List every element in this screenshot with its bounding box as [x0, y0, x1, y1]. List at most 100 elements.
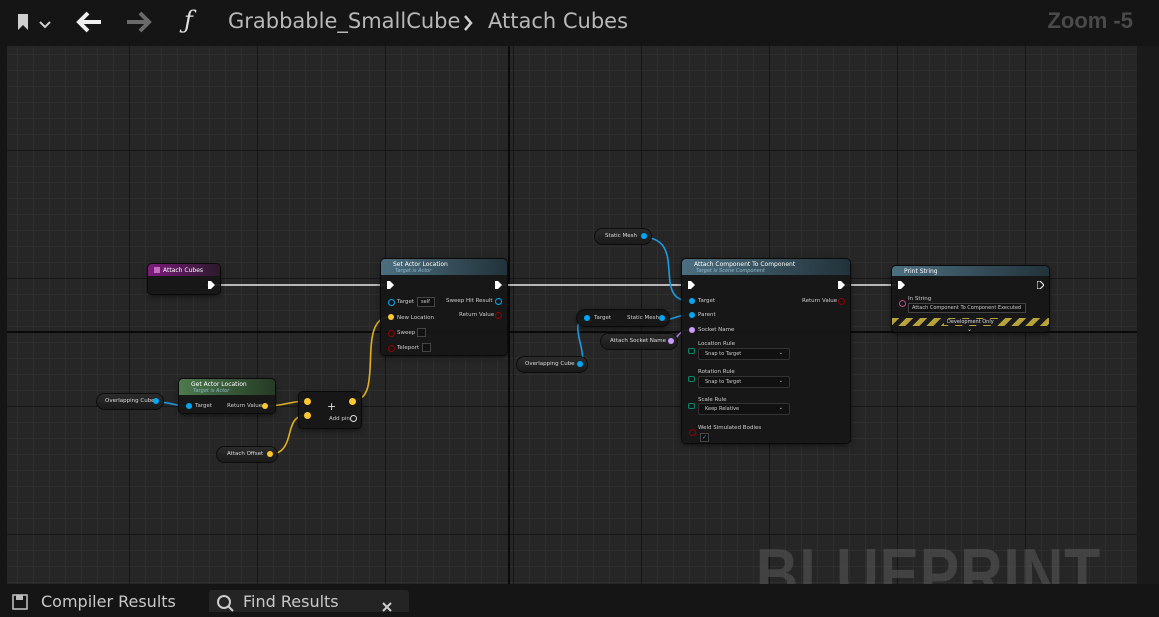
chevron-down-icon: ⌄ [778, 405, 783, 411]
teleport-label: Teleport [397, 345, 419, 351]
new-location-pin[interactable] [388, 314, 394, 320]
exec-in-pin[interactable] [387, 281, 394, 289]
return-value-pin[interactable] [262, 403, 268, 409]
blueprint-graph[interactable]: BLUEPRINT Attach Cubes Set Actor Locatio… [7, 46, 1137, 584]
in-string-pin[interactable] [899, 300, 906, 307]
weld-checkbox[interactable]: ✓ [700, 433, 709, 442]
location-rule-pin[interactable] [688, 348, 695, 354]
location-rule-dropdown[interactable]: Snap to Target ⌄ [698, 348, 790, 360]
exec-in-pin[interactable] [688, 281, 695, 289]
a-pin[interactable] [304, 398, 311, 405]
chevron-down-icon[interactable] [38, 16, 52, 29]
var-attach-socket-name[interactable]: Attach Socket Name [601, 334, 677, 349]
exec-in-pin[interactable] [898, 281, 905, 289]
output-pin[interactable] [668, 338, 674, 344]
sweep-hit-label: Sweep Hit Result [446, 298, 493, 304]
rotation-rule-pin[interactable] [688, 376, 695, 382]
output-pin[interactable] [641, 233, 647, 239]
development-only-label: Development Only [944, 319, 997, 325]
var-static-mesh[interactable]: Static Mesh [595, 229, 651, 244]
add-pin-icon[interactable] [350, 415, 357, 422]
add-symbol: + [327, 400, 337, 413]
sweep-pin[interactable] [388, 330, 395, 337]
node-title: Print String [904, 268, 938, 275]
new-location-label: New Location [397, 315, 435, 321]
b-pin[interactable] [304, 412, 311, 419]
node-attach-cubes[interactable]: Attach Cubes [148, 264, 220, 294]
exec-out-pin[interactable] [1037, 281, 1044, 289]
location-rule-label: Location Rule [698, 341, 735, 347]
node-get-actor-location[interactable]: Get Actor Location Target is Actor Targe… [179, 379, 275, 413]
return-value-label: Return Value [227, 403, 263, 409]
teleport-pin[interactable] [388, 345, 395, 352]
rotation-rule-dropdown[interactable]: Snap to Target ⌄ [698, 376, 790, 388]
sweep-checkbox[interactable] [417, 328, 426, 337]
return-value-pin[interactable] [838, 298, 845, 305]
return-value-pin[interactable] [495, 312, 502, 319]
breadcrumb-function[interactable]: Grabbable_SmallCube [228, 9, 460, 33]
node-subtitle: Target is Actor [395, 268, 432, 274]
var-attach-offset[interactable]: Attach Offset [217, 447, 277, 462]
exec-out-pin[interactable] [208, 281, 215, 289]
node-add-vector[interactable]: + Add pin [299, 392, 361, 428]
output-pin[interactable] [577, 361, 583, 367]
back-arrow-icon[interactable] [76, 10, 104, 34]
target-pin[interactable] [388, 299, 395, 306]
output-pin[interactable] [349, 398, 356, 405]
teleport-checkbox[interactable] [422, 343, 431, 352]
socket-name-pin[interactable] [689, 327, 695, 333]
var-label: Attach Socket Name [610, 338, 666, 344]
node-attach-component[interactable]: Attach Component To Component Target is … [682, 259, 850, 443]
exec-out-pin[interactable] [838, 281, 845, 289]
var-overlapping-cube-1[interactable]: Overlapping Cube [97, 394, 163, 409]
function-icon: ƒ [184, 6, 193, 34]
details-edge [1137, 46, 1159, 584]
target-pin[interactable] [584, 315, 590, 321]
var-label: Overlapping Cube [525, 361, 575, 367]
tab-find-results[interactable]: Find Results [243, 592, 339, 612]
zoom-level: Zoom -5 [1047, 8, 1133, 33]
save-icon [12, 594, 28, 610]
breadcrumb-separator-icon [462, 14, 474, 36]
sweep-hit-pin[interactable] [495, 298, 502, 305]
output-pin[interactable] [267, 451, 273, 457]
output-pin[interactable] [153, 398, 159, 404]
return-value-label: Return Value [459, 312, 495, 318]
in-string-label: In String [908, 296, 932, 302]
chevron-down-icon: ⌄ [778, 378, 783, 384]
target-pin[interactable] [186, 403, 192, 409]
var-overlapping-cube-2[interactable]: Overlapping Cube [517, 357, 587, 372]
target-self-field[interactable]: self [417, 297, 435, 307]
var-label: Attach Offset [227, 451, 264, 457]
chevron-down-icon[interactable]: ⌄ [967, 326, 972, 333]
scale-rule-pin[interactable] [688, 403, 695, 409]
breadcrumb-graph[interactable]: Attach Cubes [488, 9, 628, 33]
scale-rule-dropdown[interactable]: Keep Relative ⌄ [698, 403, 790, 415]
node-print-string[interactable]: Print String In String Attach Component … [892, 266, 1049, 333]
sweep-label: Sweep [397, 330, 416, 336]
target-label: Target [698, 298, 716, 304]
node-title: Get Actor Location [191, 381, 247, 388]
node-subtitle: Target is Actor [193, 388, 230, 394]
node-get-static-mesh[interactable]: Target Static Mesh [577, 310, 669, 326]
node-set-actor-location[interactable]: Set Actor Location Target is Actor Targe… [381, 259, 507, 355]
forward-arrow-icon[interactable] [124, 10, 152, 34]
target-pin[interactable] [689, 298, 695, 304]
bookmark-icon[interactable] [16, 12, 30, 32]
var-label: Static Mesh [605, 233, 637, 239]
static-mesh-pin[interactable] [659, 315, 665, 321]
in-string-field[interactable]: Attach Component To Component Executed [908, 303, 1026, 313]
target-label: Target [594, 315, 612, 321]
function-entry-icon [154, 267, 160, 273]
weld-pin[interactable] [689, 429, 696, 436]
exec-out-pin[interactable] [495, 281, 502, 289]
target-label: Target [195, 403, 213, 409]
chevron-down-icon: ⌄ [778, 350, 783, 356]
close-icon[interactable] [381, 598, 393, 612]
target-label: Target [397, 299, 415, 305]
return-value-label: Return Value [802, 298, 838, 304]
search-icon [216, 594, 234, 612]
parent-pin[interactable] [689, 312, 695, 318]
tab-compiler-results[interactable]: Compiler Results [41, 592, 176, 612]
add-pin-label[interactable]: Add pin [329, 416, 350, 422]
